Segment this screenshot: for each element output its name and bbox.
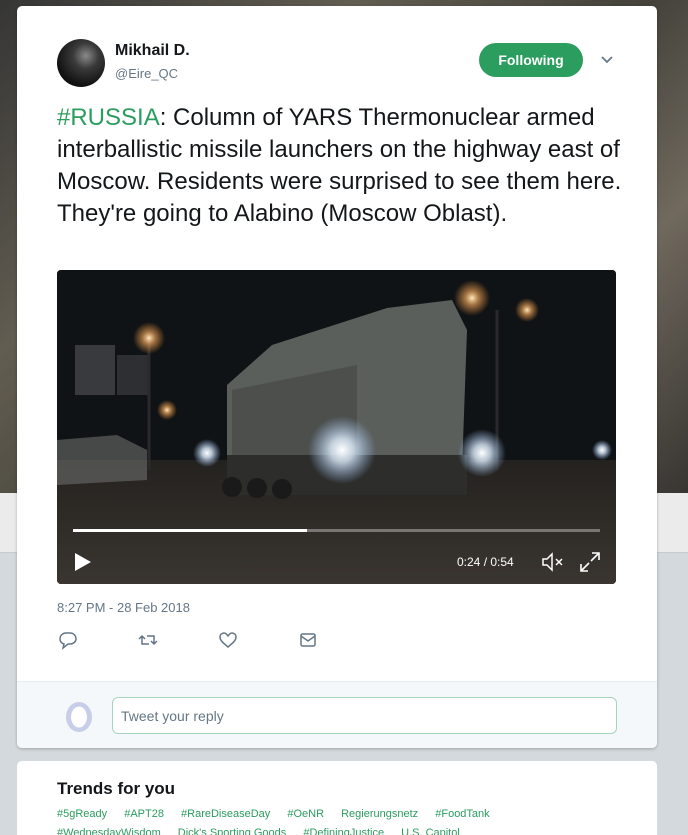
like-icon[interactable] — [217, 630, 239, 650]
tweet-text: #RUSSIA: Column of YARS Thermonuclear ar… — [57, 102, 627, 230]
message-icon[interactable] — [297, 630, 319, 650]
egg-avatar-icon — [63, 700, 95, 732]
trend-link[interactable]: #5gReady — [57, 808, 107, 820]
following-button[interactable]: Following — [479, 43, 583, 77]
trend-link[interactable]: #RareDiseaseDay — [181, 808, 270, 820]
video-progress-bar[interactable] — [73, 529, 600, 532]
tweet-timestamp[interactable]: 8:27 PM - 28 Feb 2018 — [57, 600, 190, 615]
mute-icon[interactable] — [541, 551, 567, 573]
fullscreen-icon[interactable] — [579, 551, 601, 573]
trend-row-1: #5gReady #APT28 #RareDiseaseDay #OeNR Re… — [57, 808, 504, 820]
trend-link[interactable]: #DefiningJustice — [303, 827, 384, 835]
video-progress-fill — [73, 529, 307, 532]
trend-row-2: #WednesdayWisdom Dick's Sporting Goods #… — [57, 827, 474, 835]
video-time-readout: 0:24 / 0:54 — [457, 555, 514, 569]
video-frame — [57, 270, 616, 584]
avatar[interactable] — [57, 39, 105, 87]
trend-link[interactable]: Dick's Sporting Goods — [178, 827, 286, 835]
reply-composer — [17, 681, 657, 748]
trends-panel: Trends for you #5gReady #APT28 #RareDise… — [17, 761, 657, 835]
retweet-icon[interactable] — [137, 630, 159, 650]
trend-link[interactable]: U.S. Capitol — [401, 827, 460, 835]
trend-link[interactable]: #APT28 — [124, 808, 164, 820]
display-name[interactable]: Mikhail D. — [115, 42, 190, 60]
trend-link[interactable]: Regierungsnetz — [341, 808, 418, 820]
reply-icon[interactable] — [57, 630, 79, 650]
trends-title: Trends for you — [57, 779, 176, 798]
trend-link[interactable]: #OeNR — [287, 808, 324, 820]
hashtag-link[interactable]: #RUSSIA — [57, 104, 160, 131]
trend-link[interactable]: #WednesdayWisdom — [57, 827, 161, 835]
chevron-down-icon[interactable] — [599, 52, 615, 68]
reply-input[interactable] — [112, 697, 617, 734]
trend-link[interactable]: #FoodTank — [435, 808, 489, 820]
play-icon[interactable] — [73, 551, 93, 573]
user-handle[interactable]: @Eire_QC — [115, 66, 178, 81]
tweet-modal: Mikhail D. @Eire_QC Following #RUSSIA: C… — [17, 6, 657, 748]
video-player[interactable]: 0:24 / 0:54 — [57, 270, 616, 584]
